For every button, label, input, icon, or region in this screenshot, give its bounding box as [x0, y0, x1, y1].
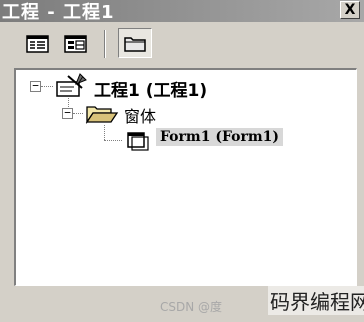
site-watermark: 码界编程网	[268, 286, 364, 315]
view-code-icon	[26, 35, 49, 53]
toolbar	[0, 22, 364, 64]
view-object-button[interactable]	[62, 31, 90, 57]
view-code-button[interactable]	[24, 31, 52, 57]
toggle-folders-icon	[124, 37, 146, 52]
tree-connector	[104, 140, 122, 141]
tree-connector	[104, 125, 105, 140]
vb-project-icon: ⁄	[56, 73, 87, 97]
project-collapse-toggle[interactable]: −	[30, 80, 41, 92]
title-bar[interactable]: 工程 - 工程1 X	[0, 0, 364, 23]
project-tree[interactable]: − ⁄ 工程1 (工程1) − 窗体 Form1 (Form1)	[14, 68, 357, 286]
close-button[interactable]: X	[340, 1, 360, 19]
toggle-folders-button[interactable]	[118, 28, 152, 58]
view-object-icon	[64, 35, 87, 53]
form-icon	[127, 132, 149, 151]
open-folder-icon	[85, 106, 119, 125]
window-title: 工程 - 工程1	[2, 2, 115, 23]
forms-collapse-toggle[interactable]: −	[62, 107, 73, 119]
tree-connector	[73, 113, 83, 114]
project-node-label[interactable]: 工程1 (工程1)	[94, 76, 207, 101]
forms-folder-label[interactable]: 窗体	[124, 103, 156, 127]
tree-connector	[41, 86, 53, 87]
csdn-watermark: CSDN @度	[160, 300, 223, 314]
toolbar-separator	[104, 30, 106, 58]
form-node-label[interactable]: Form1 (Form1)	[156, 128, 284, 146]
project-explorer-window: 工程 - 工程1 X − ⁄ 工程1 (工程1) − 窗体 Form1 (For…	[0, 0, 364, 322]
